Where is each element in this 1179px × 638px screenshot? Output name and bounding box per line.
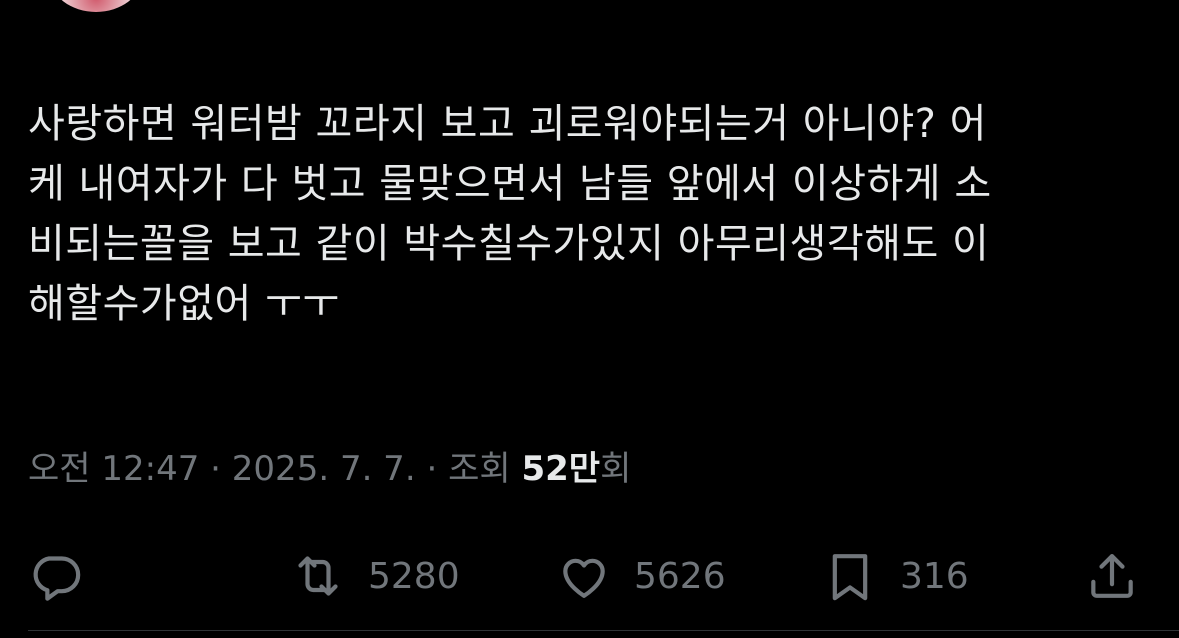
divider [28, 630, 1179, 631]
tweet-text-line: 케 내여자가 다 벗고 물맞으면서 남들 앞에서 이상하게 소 [28, 161, 992, 207]
views-label: 조회 [448, 449, 511, 489]
tweet-meta: 오전 12:47 · 2025. 7. 7. · 조회 52만회 [28, 445, 631, 493]
reply-button[interactable] [28, 540, 106, 612]
retweet-button[interactable]: 5280 [290, 540, 460, 612]
bookmark-count: 316 [900, 555, 969, 597]
tweet-text-line: 해할수가없어 ㅜㅜ [28, 281, 340, 327]
tweet-text-line: 사랑하면 워터밤 꼬라지 보고 괴로워야되는거 아니야? 어 [28, 101, 987, 147]
tweet-text: 사랑하면 워터밤 꼬라지 보고 괴로워야되는거 아니야? 어 케 내여자가 다 … [28, 94, 1148, 334]
tweet-time[interactable]: 오전 12:47 [28, 449, 199, 489]
avatar[interactable] [50, 0, 142, 12]
meta-separator: · [426, 449, 438, 489]
reply-icon [28, 548, 84, 604]
tweet-date[interactable]: 2025. 7. 7. [232, 449, 416, 489]
heart-icon [556, 548, 612, 604]
bookmark-button[interactable]: 316 [822, 540, 969, 612]
like-button[interactable]: 5626 [556, 540, 726, 612]
views-suffix: 회 [600, 449, 632, 489]
share-icon [1084, 548, 1140, 604]
tweet-text-line: 비되는꼴을 보고 같이 박수칠수가있지 아무리생각해도 이 [28, 221, 990, 267]
action-bar: 5280 5626 316 [0, 540, 1179, 620]
views-count: 52만 [521, 449, 601, 489]
like-count: 5626 [634, 555, 726, 597]
retweet-icon [290, 548, 346, 604]
share-button[interactable] [1084, 540, 1162, 612]
bookmark-icon [822, 548, 878, 604]
retweet-count: 5280 [368, 555, 460, 597]
tweet-detail: 사랑하면 워터밤 꼬라지 보고 괴로워야되는거 아니야? 어 케 내여자가 다 … [0, 0, 1179, 638]
meta-separator: · [210, 449, 221, 489]
